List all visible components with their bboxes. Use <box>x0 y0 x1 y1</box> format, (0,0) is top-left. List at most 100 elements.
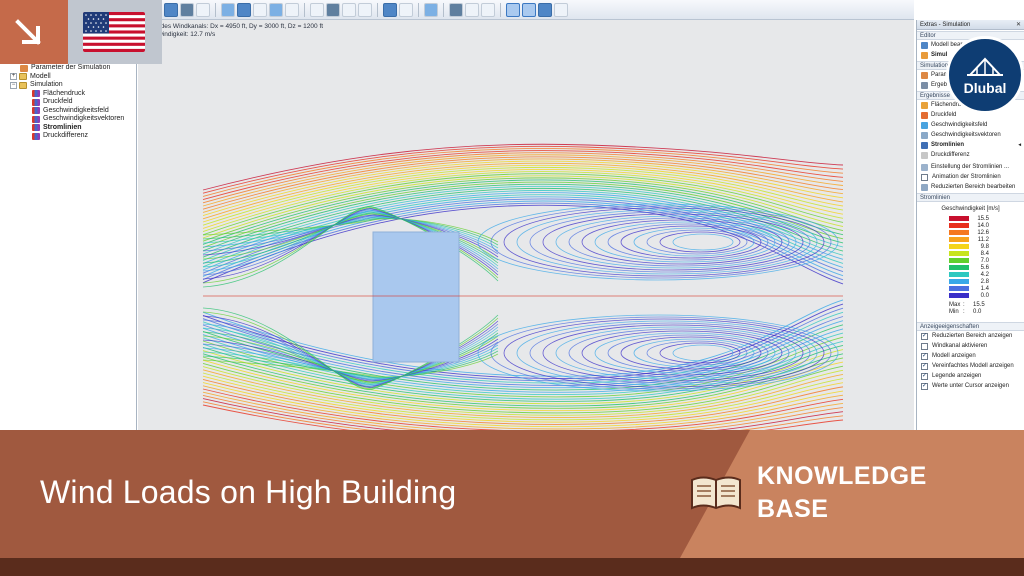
toolbar-toggle-button[interactable] <box>506 2 520 17</box>
simulation-viewport[interactable]: nen des Windkanals: Dx = 4950 ft, Dy = 3… <box>138 20 914 430</box>
toolbar-button[interactable] <box>237 2 251 17</box>
viewport-info: nen des Windkanals: Dx = 4950 ft, Dy = 3… <box>148 23 323 39</box>
tree-item-modell[interactable]: + Modell <box>10 73 124 82</box>
vortex-loop <box>646 229 748 255</box>
tree-item-geschwindigkeitsfeld[interactable]: Geschwindigkeitsfeld <box>10 107 124 116</box>
display-option-label: Windkanal aktivieren <box>932 343 988 349</box>
vortex-loop <box>568 217 790 267</box>
streamline-animation-item[interactable]: Animation der Stromlinien <box>917 172 1024 182</box>
toolbar-button[interactable] <box>481 2 495 17</box>
toolbar-toggle-button[interactable] <box>522 2 536 17</box>
expand-icon[interactable]: + <box>10 73 17 81</box>
tree-item-druckdifferenz[interactable]: Druckdifferenz <box>10 132 124 141</box>
display-properties-list: ✓ Reduzierten Bereich anzeigen Windkanal a… <box>917 331 1024 391</box>
legend-value: 1.4 <box>980 285 989 292</box>
toolbar-button[interactable] <box>342 2 356 17</box>
result-item-stromlinien[interactable]: Stromlinien ◂ <box>917 140 1024 150</box>
legend-swatch <box>949 272 969 277</box>
result-item-geschwindigkeitsvektoren[interactable]: Geschwindigkeitsvektoren <box>917 130 1024 140</box>
streamlines-icon <box>921 141 928 149</box>
results-icon <box>32 107 40 115</box>
velocity-legend: 15.5 14.0 12.6 11.2 9.8 8.4 7.0 5.6 4.2 2.8 1.4 0.0 <box>949 215 1024 299</box>
display-option[interactable]: ✓ Reduzierten Bereich anzeigen <box>917 331 1024 341</box>
toolbar-button[interactable] <box>285 2 299 17</box>
close-icon[interactable]: ✕ <box>1016 20 1024 29</box>
title-banner: Wind Loads on High Building KNOWLEDGE BA… <box>0 430 1024 576</box>
toolbar-button[interactable] <box>180 2 194 17</box>
toolbar-button[interactable] <box>326 2 340 17</box>
legend-value: 0.0 <box>980 292 989 299</box>
tree-item-simulation[interactable]: − Simulation <box>10 81 124 90</box>
toolbar-button[interactable] <box>449 2 463 17</box>
banner-bottom-strip <box>0 558 1024 576</box>
display-option-label: Legende anzeigen <box>932 373 982 379</box>
result-item-geschwindigkeitsfeld[interactable]: Geschwindigkeitsfeld <box>917 120 1024 130</box>
toolbar-separator <box>443 2 444 17</box>
edit-reduced-area-item[interactable]: Reduzierten Bereich bearbeiten <box>917 182 1024 192</box>
toolbar-button[interactable] <box>310 2 324 17</box>
dlubal-logo-icon <box>967 57 1003 76</box>
dlubal-logo-badge: Dlubal <box>946 36 1024 114</box>
vortex-loop <box>477 203 839 281</box>
checkbox-icon[interactable]: ✓ <box>921 332 928 340</box>
tree-item-druckfeld[interactable]: Druckfeld <box>10 98 124 107</box>
legend-min-row: Min : 0.0 <box>949 309 982 315</box>
vortex-loop <box>516 209 818 275</box>
arrow-down-right-icon <box>15 19 41 45</box>
pressure-field-icon <box>921 111 928 119</box>
toolbar-button[interactable] <box>465 2 479 17</box>
vortex-loop <box>581 330 783 376</box>
result-item-druckdifferenz[interactable]: Druckdifferenz <box>917 150 1024 160</box>
display-option[interactable]: Windkanal aktivieren <box>917 341 1024 351</box>
legend-row: 7.0 <box>949 257 1024 264</box>
tree-item-parameter[interactable]: Parameter der Simulation <box>10 64 124 73</box>
settings-icon <box>921 163 928 171</box>
collapse-icon[interactable]: − <box>10 81 17 89</box>
legend-row: 1.4 <box>949 285 1024 292</box>
toolbar-button[interactable] <box>399 2 413 17</box>
legend-row: 0.0 <box>949 292 1024 299</box>
vortex-loop <box>659 231 741 253</box>
legend-value: 9.8 <box>980 243 989 250</box>
legend-row: 8.4 <box>949 250 1024 257</box>
navigator-tree: Parameter der Simulation + Modell − Simu… <box>10 64 124 141</box>
folder-icon <box>19 81 27 89</box>
toolbar-button[interactable] <box>554 2 568 17</box>
toolbar-button[interactable] <box>196 2 210 17</box>
wind-speed-info: schwindigkeit: 12.7 m/s <box>148 31 216 38</box>
legend-value: 12.6 <box>977 229 989 236</box>
toolbar-button[interactable] <box>164 2 178 17</box>
streamline <box>202 340 844 400</box>
display-option[interactable]: ✓ Werte unter Cursor anzeigen <box>917 381 1024 391</box>
toolbar-button[interactable] <box>358 2 372 17</box>
vortex-loop <box>490 205 832 279</box>
results-icon <box>32 115 40 123</box>
toolbar-separator <box>377 2 378 17</box>
book-icon <box>691 476 741 510</box>
toolbar-button[interactable] <box>221 2 235 17</box>
toolbar-button[interactable] <box>383 2 397 17</box>
checkbox-icon[interactable] <box>921 173 928 181</box>
tree-item-stromlinien[interactable]: Stromlinien <box>10 124 124 133</box>
checkbox-icon[interactable] <box>921 342 928 350</box>
results-icon <box>32 98 40 106</box>
display-option[interactable]: ✓ Legende anzeigen <box>917 371 1024 381</box>
checkbox-icon[interactable]: ✓ <box>921 372 928 380</box>
streamline-settings-item[interactable]: Einstellung der Stromlinien ... <box>917 162 1024 172</box>
velocity-vectors-icon <box>921 131 928 139</box>
tree-item-flaechendruck[interactable]: Flächendruck <box>10 90 124 99</box>
toolbar-button[interactable] <box>538 2 552 17</box>
display-option[interactable]: ✓ Vereinfachtes Modell anzeigen <box>917 361 1024 371</box>
toolbar-button[interactable] <box>269 2 283 17</box>
checkbox-icon[interactable]: ✓ <box>921 352 928 360</box>
toolbar-button[interactable] <box>253 2 267 17</box>
tree-item-geschwindigkeitsvektoren[interactable]: Geschwindigkeitsvektoren <box>10 115 124 124</box>
legend-row: 15.5 <box>949 215 1024 222</box>
legend-value: 14.0 <box>977 222 989 229</box>
checkbox-icon[interactable]: ✓ <box>921 382 928 390</box>
checkbox-icon[interactable]: ✓ <box>921 362 928 370</box>
toolbar-button[interactable] <box>424 2 438 17</box>
display-option[interactable]: ✓ Modell anzeigen <box>917 351 1024 361</box>
velocity-field-icon <box>921 121 928 129</box>
legend-value: 4.2 <box>980 271 989 278</box>
